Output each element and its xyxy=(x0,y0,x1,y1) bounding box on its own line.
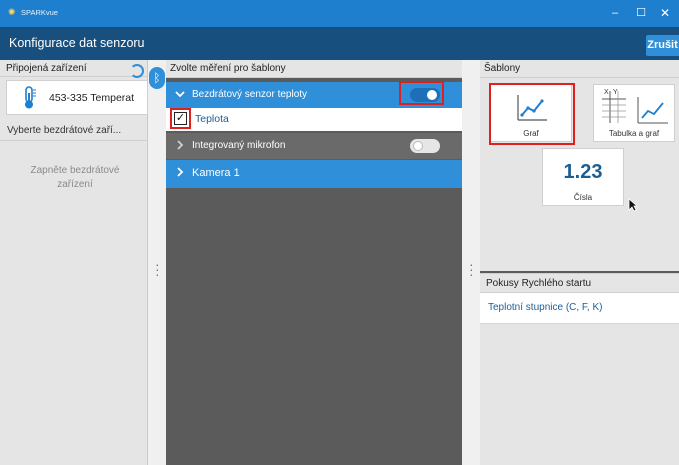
page-title: Konfigurace dat senzoru xyxy=(9,36,145,50)
device-name: 453-335 Temperat xyxy=(49,92,135,104)
template-label: Čísla xyxy=(573,193,593,202)
thermometer-icon xyxy=(25,86,36,109)
cancel-button[interactable]: Zrušit xyxy=(646,35,679,56)
mouse-cursor-icon xyxy=(628,198,638,212)
template-highlight-box xyxy=(489,83,575,145)
quickstart-item[interactable]: Teplotní stupnice (C, F, K) xyxy=(480,293,679,324)
page-header: Konfigurace dat senzoru xyxy=(0,27,679,60)
app-title: ✺ SPARKvue xyxy=(8,7,58,18)
templates-heading: Šablony xyxy=(480,60,679,78)
wireless-devices-heading: Vyberte bezdrátové zaří... xyxy=(0,121,148,141)
measurement-panel: Zvolte měření pro šablony Bezdrátový sen… xyxy=(166,60,462,465)
chevron-right-icon xyxy=(177,140,184,150)
sensor-label: Kamera 1 xyxy=(192,167,240,179)
table-y-letter: Y xyxy=(613,89,618,96)
chevron-down-icon xyxy=(175,91,185,98)
chevron-right-icon xyxy=(177,167,184,177)
bluetooth-icon[interactable]: ᛒ xyxy=(149,67,165,89)
sensor-label: Bezdrátový senzor teploty xyxy=(192,89,308,100)
microphone-toggle[interactable] xyxy=(410,139,440,153)
quickstart-heading: Pokusy Rychlého startu xyxy=(480,273,679,293)
sensor-row-camera[interactable]: Kamera 1 xyxy=(166,160,462,188)
measurement-label: Teplota xyxy=(195,113,229,125)
quickstart-empty-area xyxy=(480,324,679,465)
template-label: Tabulka a graf xyxy=(608,129,660,138)
loading-spinner-icon xyxy=(130,64,144,78)
minimize-button[interactable]: – xyxy=(604,4,626,22)
drag-handle-icon[interactable]: · · · xyxy=(469,257,474,281)
app-name: SPARKvue xyxy=(21,8,58,17)
connected-devices-heading: Připojená zařízení xyxy=(0,60,147,77)
sensor-label: Integrovaný mikrofon xyxy=(192,140,286,151)
maximize-button[interactable]: ☐ xyxy=(630,4,652,22)
table-x-letter: X xyxy=(604,89,609,96)
drag-handle-icon[interactable]: · · · xyxy=(155,257,160,281)
table-graph-icon xyxy=(602,91,668,124)
measurement-row-temperature[interactable]: ✓ Teplota xyxy=(166,108,462,131)
template-digits[interactable]: 1.23 Čísla xyxy=(542,148,624,206)
digits-icon: 1.23 xyxy=(563,161,603,183)
toggle-highlight-box xyxy=(399,81,444,105)
sparkvue-logo-icon: ✺ xyxy=(8,7,16,17)
device-card[interactable]: 453-335 Temperat xyxy=(6,80,148,115)
template-table-graph[interactable]: X Y Tabulka a graf xyxy=(593,84,675,142)
wireless-message: Zapněte bezdrátové zařízení xyxy=(30,165,120,190)
window-titlebar: ✺ SPARKvue – ☐ ✕ xyxy=(0,0,679,27)
measurement-heading: Zvolte měření pro šablony xyxy=(166,60,462,78)
sensor-row-microphone[interactable]: Integrovaný mikrofon xyxy=(166,133,462,159)
connected-devices-panel: Připojená zařízení 453-335 Temperat Vybe… xyxy=(0,60,148,465)
checkbox-highlight-box xyxy=(170,108,191,129)
close-button[interactable]: ✕ xyxy=(654,4,676,22)
